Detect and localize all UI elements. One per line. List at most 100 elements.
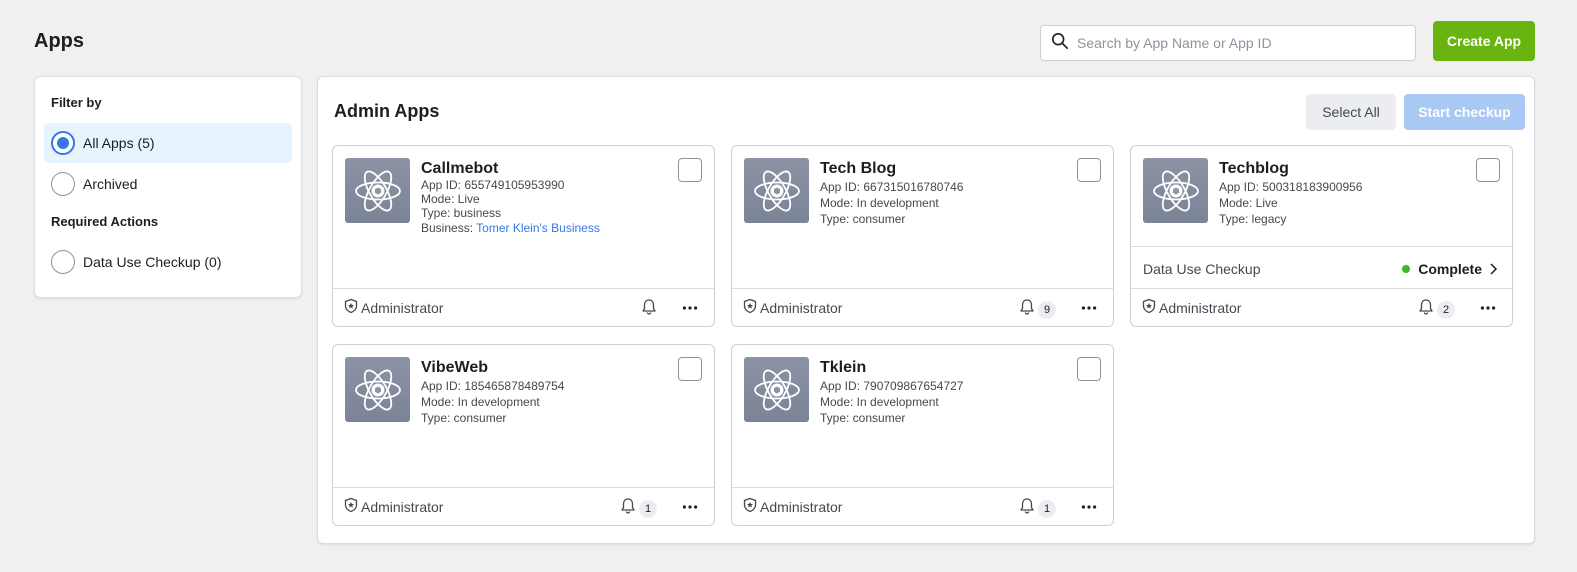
app-mode: Mode: In development bbox=[421, 395, 540, 409]
card-footer: Administrator bbox=[333, 288, 714, 326]
filter-sidebar: Filter by All Apps (5) Archived Required… bbox=[34, 76, 302, 298]
card-footer: Administrator 1 bbox=[732, 487, 1113, 525]
app-mode: Mode: In development bbox=[820, 395, 939, 409]
bell-icon bbox=[619, 497, 637, 520]
admin-shield-icon bbox=[1141, 298, 1159, 317]
bell-icon bbox=[640, 298, 658, 321]
radio-archived[interactable] bbox=[51, 172, 75, 196]
notifications[interactable]: 2 bbox=[1417, 298, 1455, 321]
app-atom-icon bbox=[744, 357, 809, 422]
more-icon[interactable] bbox=[1476, 297, 1500, 319]
notification-count: 1 bbox=[639, 499, 657, 518]
app-type: Type: consumer bbox=[820, 411, 906, 425]
app-type: Type: consumer bbox=[421, 411, 507, 425]
more-icon[interactable] bbox=[678, 297, 702, 319]
checkup-label: Data Use Checkup bbox=[1143, 261, 1261, 277]
app-type: Type: legacy bbox=[1219, 212, 1287, 226]
app-id: App ID: 500318183900956 bbox=[1219, 180, 1363, 194]
search-icon bbox=[1051, 32, 1069, 55]
app-card-techblog[interactable]: Techblog App ID: 500318183900956 Mode: L… bbox=[1130, 145, 1513, 327]
filter-all-apps[interactable]: All Apps (5) bbox=[44, 123, 292, 163]
data-use-checkup-row[interactable]: Data Use Checkup Complete bbox=[1131, 246, 1512, 291]
role-label: Administrator bbox=[1141, 298, 1241, 317]
admin-shield-icon bbox=[742, 298, 760, 317]
filter-label: Archived bbox=[83, 176, 138, 192]
role-text: Administrator bbox=[1159, 299, 1242, 316]
role-label: Administrator bbox=[742, 298, 842, 317]
section-title: Admin Apps bbox=[334, 101, 440, 121]
app-select-checkbox[interactable] bbox=[678, 158, 702, 182]
app-card-callmebot[interactable]: Callmebot App ID: 655749105953990 Mode: … bbox=[332, 145, 715, 327]
business-link[interactable]: Tomer Klein's Business bbox=[476, 221, 600, 235]
notification-count: 9 bbox=[1038, 300, 1056, 319]
create-app-button[interactable]: Create App bbox=[1433, 21, 1535, 61]
role-text: Administrator bbox=[760, 299, 843, 316]
app-select-checkbox[interactable] bbox=[1476, 158, 1500, 182]
app-select-checkbox[interactable] bbox=[1077, 357, 1101, 381]
filter-archived[interactable]: Archived bbox=[44, 164, 292, 204]
bell-icon bbox=[1417, 298, 1435, 321]
role-text: Administrator bbox=[760, 498, 843, 515]
app-atom-icon bbox=[345, 357, 410, 422]
role-label: Administrator bbox=[742, 497, 842, 516]
app-atom-icon bbox=[744, 158, 809, 223]
status-dot bbox=[1402, 265, 1411, 273]
app-id: App ID: 655749105953990 bbox=[421, 178, 565, 192]
role-label: Administrator bbox=[343, 298, 443, 317]
app-card-tklein[interactable]: Tklein App ID: 790709867654727 Mode: In … bbox=[731, 344, 1114, 526]
app-name[interactable]: Callmebot bbox=[421, 160, 498, 178]
app-name[interactable]: Tech Blog bbox=[820, 160, 896, 178]
notifications[interactable]: 1 bbox=[1018, 497, 1056, 520]
app-name[interactable]: Tklein bbox=[820, 359, 866, 377]
start-checkup-button[interactable]: Start checkup bbox=[1404, 94, 1525, 130]
app-card-vibeweb[interactable]: VibeWeb App ID: 185465878489754 Mode: In… bbox=[332, 344, 715, 526]
admin-shield-icon bbox=[343, 497, 361, 516]
search-box[interactable] bbox=[1040, 25, 1416, 61]
card-footer: Administrator 9 bbox=[732, 288, 1113, 326]
required-actions-heading: Required Actions bbox=[51, 214, 159, 229]
notifications[interactable]: 9 bbox=[1018, 298, 1056, 321]
filter-data-use-checkup[interactable]: Data Use Checkup (0) bbox=[44, 242, 292, 282]
more-icon[interactable] bbox=[678, 496, 702, 518]
app-select-checkbox[interactable] bbox=[678, 357, 702, 381]
app-id: App ID: 667315016780746 bbox=[820, 180, 964, 194]
app-business: Business: Tomer Klein's Business bbox=[421, 221, 600, 235]
filter-label: Data Use Checkup (0) bbox=[83, 254, 222, 270]
app-select-checkbox[interactable] bbox=[1077, 158, 1101, 182]
app-id: App ID: 185465878489754 bbox=[421, 379, 565, 393]
filter-heading: Filter by bbox=[51, 95, 102, 110]
notification-count: 2 bbox=[1437, 300, 1455, 319]
radio-data-use-checkup[interactable] bbox=[51, 250, 75, 274]
admin-shield-icon bbox=[343, 298, 361, 317]
filter-label: All Apps (5) bbox=[83, 135, 155, 151]
app-mode: Mode: Live bbox=[1219, 196, 1278, 210]
page-title: Apps bbox=[34, 30, 84, 52]
bell-icon bbox=[1018, 298, 1036, 321]
app-id: App ID: 790709867654727 bbox=[820, 379, 964, 393]
app-atom-icon bbox=[345, 158, 410, 223]
app-name[interactable]: Techblog bbox=[1219, 160, 1289, 178]
checkup-status: Complete bbox=[1402, 261, 1500, 277]
checkup-status-text: Complete bbox=[1418, 261, 1482, 277]
role-text: Administrator bbox=[361, 498, 444, 515]
role-text: Administrator bbox=[361, 299, 444, 316]
admin-shield-icon bbox=[742, 497, 760, 516]
more-icon[interactable] bbox=[1077, 297, 1101, 319]
role-label: Administrator bbox=[343, 497, 443, 516]
search-input[interactable] bbox=[1077, 35, 1397, 51]
select-all-button[interactable]: Select All bbox=[1306, 94, 1396, 130]
more-icon[interactable] bbox=[1077, 496, 1101, 518]
notifications[interactable] bbox=[640, 298, 658, 321]
notification-count: 1 bbox=[1038, 499, 1056, 518]
admin-apps-panel: Admin Apps Select All Start checkup Call… bbox=[317, 76, 1535, 544]
card-footer: Administrator 1 bbox=[333, 487, 714, 525]
notifications[interactable]: 1 bbox=[619, 497, 657, 520]
app-type: Type: consumer bbox=[820, 212, 906, 226]
radio-all-apps[interactable] bbox=[51, 131, 75, 155]
app-name[interactable]: VibeWeb bbox=[421, 359, 488, 377]
app-card-tech-blog[interactable]: Tech Blog App ID: 667315016780746 Mode: … bbox=[731, 145, 1114, 327]
card-footer: Administrator 2 bbox=[1131, 288, 1512, 326]
chevron-right-icon bbox=[1490, 263, 1498, 275]
bell-icon bbox=[1018, 497, 1036, 520]
app-mode: Mode: Live bbox=[421, 192, 480, 206]
